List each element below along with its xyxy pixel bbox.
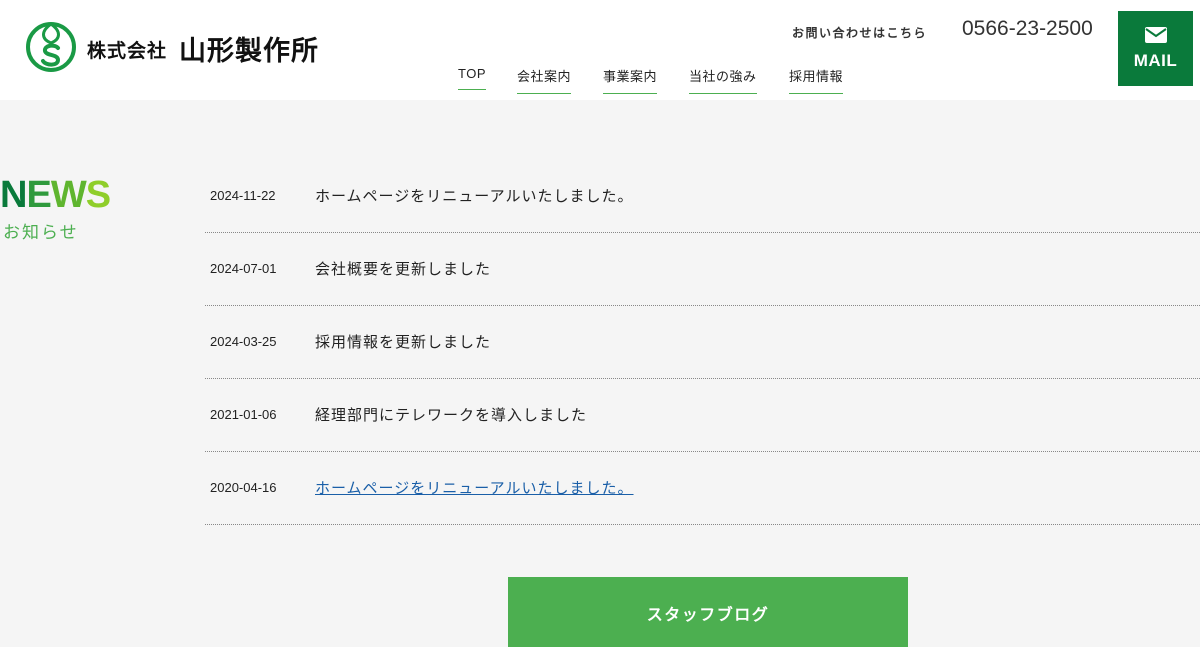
mail-button[interactable]: MAIL: [1118, 11, 1193, 86]
news-date: 2020-04-16: [210, 480, 277, 495]
nav-item-recruit[interactable]: 採用情報: [789, 66, 844, 94]
phone-number[interactable]: 0566-23-2500: [962, 17, 1093, 41]
news-text: 経理部門にテレワークを導入しました: [315, 406, 588, 424]
staff-blog-button[interactable]: スタッフブログ: [508, 577, 908, 647]
news-item: 2020-04-16 ホームページをリニューアルいたしました。: [205, 452, 1200, 525]
nav-item-top[interactable]: TOP: [458, 66, 486, 90]
news-heading-e: E: [26, 174, 51, 216]
news-date: 2024-11-22: [210, 188, 276, 203]
news-list: 2024-11-22 ホームページをリニューアルいたしました。 2024-07-…: [205, 160, 1200, 525]
site-header: 株式会社 山形製作所 お問い合わせはこちら 0566-23-2500 MAIL …: [0, 0, 1200, 100]
news-date: 2024-07-01: [210, 261, 277, 276]
site-logo[interactable]: 株式会社 山形製作所: [25, 21, 318, 77]
mail-icon: [1144, 26, 1167, 51]
staff-blog-button-label: スタッフブログ: [646, 605, 770, 624]
news-item: 2021-01-06 経理部門にテレワークを導入しました: [205, 379, 1200, 452]
company-logo-icon: [25, 21, 77, 77]
news-text: ホームページをリニューアルいたしました。: [315, 187, 634, 205]
news-text: 会社概要を更新しました: [315, 260, 492, 278]
news-heading-n: N: [0, 174, 27, 216]
news-heading-w: W: [50, 174, 87, 216]
news-heading: NEWS: [0, 174, 111, 217]
news-heading-s: S: [85, 174, 111, 216]
news-item: 2024-11-22 ホームページをリニューアルいたしました。: [205, 160, 1200, 233]
news-item: 2024-07-01 会社概要を更新しました: [205, 233, 1200, 306]
news-link[interactable]: ホームページをリニューアルいたしました。: [315, 477, 634, 498]
mail-button-label: MAIL: [1133, 50, 1178, 70]
news-text: 採用情報を更新しました: [315, 333, 492, 351]
news-date: 2024-03-25: [210, 334, 277, 349]
logo-company-name: 山形製作所: [179, 36, 319, 67]
nav-item-business[interactable]: 事業案内: [603, 66, 658, 94]
logo-company-type: 株式会社: [87, 40, 168, 62]
news-date: 2021-01-06: [210, 407, 277, 422]
nav-item-strengths[interactable]: 当社の強み: [689, 66, 757, 94]
nav-item-company[interactable]: 会社案内: [517, 66, 572, 94]
news-subheading: お知らせ: [3, 223, 79, 243]
contact-label: お問い合わせはこちら: [792, 26, 928, 40]
news-item: 2024-03-25 採用情報を更新しました: [205, 306, 1200, 379]
